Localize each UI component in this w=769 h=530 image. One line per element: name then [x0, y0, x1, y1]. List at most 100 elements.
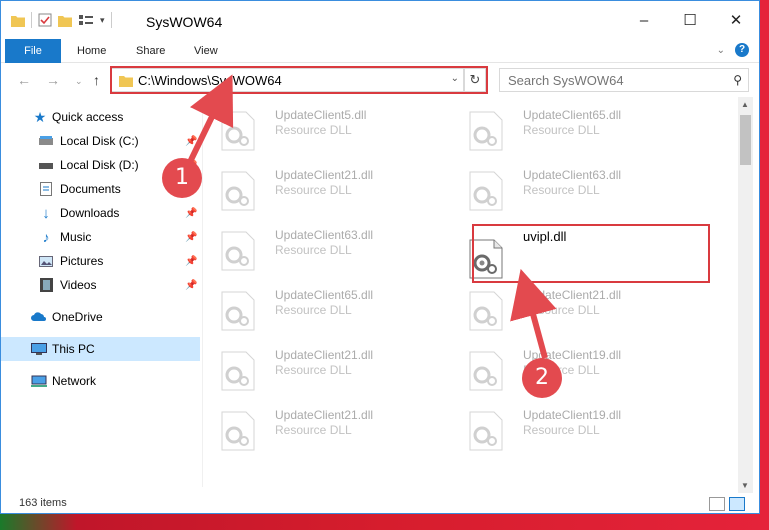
sidebar-item-label: Quick access [52, 110, 124, 124]
tab-share[interactable]: Share [136, 39, 165, 63]
file-item[interactable]: UpdateClient63.dll Resource DLL [211, 217, 451, 273]
file-item[interactable]: UpdateClient21.dll Resource DLL [211, 337, 451, 393]
video-icon [38, 277, 54, 293]
sidebar-item-music[interactable]: ♪ Music 📌 [1, 225, 200, 249]
view-toggle [709, 497, 745, 511]
tab-home[interactable]: Home [77, 39, 106, 63]
pin-icon[interactable]: 📌 [185, 280, 197, 291]
sidebar-item-label: This PC [52, 342, 95, 356]
sidebar-item-pictures[interactable]: Pictures 📌 [1, 249, 200, 273]
drive-icon [38, 157, 54, 173]
file-item[interactable]: UpdateClient5.dll Resource DLL [211, 97, 451, 153]
dll-file-icon [221, 351, 255, 391]
sidebar-item-label: Local Disk (C:) [60, 134, 139, 148]
sidebar-item-label: Documents [60, 182, 121, 196]
cloud-icon [31, 309, 47, 325]
folder-icon[interactable] [11, 14, 25, 27]
sidebar-item-downloads[interactable]: ↓ Downloads 📌 [1, 201, 200, 225]
file-type: Resource DLL [275, 423, 352, 437]
sidebar-item-label: Music [60, 230, 92, 244]
file-name: UpdateClient63.dll [275, 228, 374, 242]
dll-file-icon [469, 291, 503, 331]
document-icon [38, 181, 54, 197]
sidebar-item-network[interactable]: Network [1, 369, 200, 393]
dll-file-icon [221, 231, 255, 271]
sidebar-item-videos[interactable]: Videos 📌 [1, 273, 200, 297]
search-icon[interactable]: ⚲ [733, 73, 742, 87]
picture-icon [38, 253, 54, 269]
sidebar-item-label: Videos [60, 278, 97, 292]
network-icon [31, 373, 47, 389]
pin-icon[interactable]: 📌 [185, 232, 197, 243]
minimize-button[interactable]: – [621, 1, 667, 39]
close-button[interactable]: ✕ [713, 1, 759, 39]
sidebar-item-label: OneDrive [52, 310, 103, 324]
file-name: UpdateClient63.dll [523, 168, 622, 182]
file-type: Resource DLL [275, 243, 352, 257]
item-count: 163 items [19, 497, 67, 509]
pin-icon[interactable]: 📌 [185, 136, 197, 147]
file-type: Resource DLL [523, 183, 600, 197]
dll-file-icon [469, 111, 503, 151]
toolbar-divider [31, 12, 32, 28]
navigation-pane: ★ Quick access Local Disk (C:) 📌 Local D… [1, 101, 201, 481]
file-highlight-box [472, 224, 710, 283]
file-type: Resource DLL [523, 303, 600, 317]
file-item[interactable]: UpdateClient19.dll Resource DLL [459, 397, 699, 453]
recent-locations-icon[interactable]: ⌄ [75, 76, 83, 87]
search-box[interactable]: ⚲ [499, 68, 749, 92]
pin-icon[interactable]: 📌 [185, 256, 197, 267]
address-bar-row: ← → ⌄ ↑ C:\Windows\SysWOW64 ⌄ ↻ ⚲ [1, 64, 759, 96]
file-item[interactable]: UpdateClient65.dll Resource DLL [459, 97, 699, 153]
sidebar-item-this-pc[interactable]: This PC [1, 337, 200, 361]
pin-icon[interactable]: 📌 [185, 208, 197, 219]
file-item[interactable]: UpdateClient65.dll Resource DLL [211, 277, 451, 333]
scroll-thumb[interactable] [740, 115, 751, 165]
title-bar: ▾ SysWOW64 – ☐ ✕ [1, 1, 759, 39]
maximize-button[interactable]: ☐ [667, 1, 713, 39]
help-icon[interactable]: ? [735, 43, 749, 57]
file-item[interactable]: UpdateClient21.dll Resource DLL [211, 397, 451, 453]
file-name: UpdateClient21.dll [275, 408, 374, 422]
sidebar-item-local-disk-c[interactable]: Local Disk (C:) 📌 [1, 129, 200, 153]
download-icon: ↓ [42, 204, 50, 222]
new-folder-icon[interactable] [58, 14, 72, 27]
step-1-badge: 1 [162, 158, 202, 198]
vertical-scrollbar[interactable]: ▲ ▼ [738, 97, 753, 493]
search-input[interactable] [508, 69, 728, 91]
dll-file-icon [221, 291, 255, 331]
file-item[interactable]: UpdateClient19.dll Resource DLL [459, 337, 699, 393]
toolbar-divider [110, 12, 112, 28]
file-name: UpdateClient65.dll [523, 108, 622, 122]
file-item[interactable]: UpdateClient21.dll Resource DLL [459, 277, 699, 333]
dll-file-icon [221, 111, 255, 151]
window-controls: – ☐ ✕ [621, 1, 759, 39]
tab-file[interactable]: File [5, 39, 61, 63]
scroll-up-icon[interactable]: ▲ [741, 100, 749, 109]
star-icon: ★ [33, 108, 47, 125]
tab-view[interactable]: View [194, 39, 218, 63]
music-icon: ♪ [42, 229, 50, 245]
file-type: Resource DLL [523, 123, 600, 137]
view-options-icon[interactable] [78, 13, 94, 27]
file-item[interactable]: UpdateClient21.dll Resource DLL [211, 157, 451, 213]
file-type: Resource DLL [523, 423, 600, 437]
back-arrow-icon[interactable]: ← [17, 72, 31, 88]
status-bar: 163 items [1, 493, 759, 513]
file-name: UpdateClient19.dll [523, 408, 622, 422]
customize-toolbar-icon[interactable]: ▾ [100, 15, 105, 26]
sidebar-item-onedrive[interactable]: OneDrive [1, 305, 200, 329]
file-type: Resource DLL [275, 123, 352, 137]
file-item[interactable]: UpdateClient63.dll Resource DLL [459, 157, 699, 213]
sidebar-item-quick-access[interactable]: ★ Quick access [1, 105, 200, 129]
scroll-down-icon[interactable]: ▼ [741, 481, 749, 490]
chevron-down-icon[interactable]: ⌄ [717, 45, 725, 56]
details-view-button[interactable] [709, 497, 725, 511]
tiles-view-button[interactable] [729, 497, 745, 511]
properties-icon[interactable] [38, 13, 52, 27]
forward-arrow-icon[interactable]: → [46, 72, 60, 88]
address-highlight-box [110, 66, 488, 94]
ribbon-tabs: File Home Share View ⌄ ? [1, 39, 759, 63]
file-name: UpdateClient21.dll [523, 288, 622, 302]
up-arrow-icon[interactable]: ↑ [93, 72, 100, 88]
